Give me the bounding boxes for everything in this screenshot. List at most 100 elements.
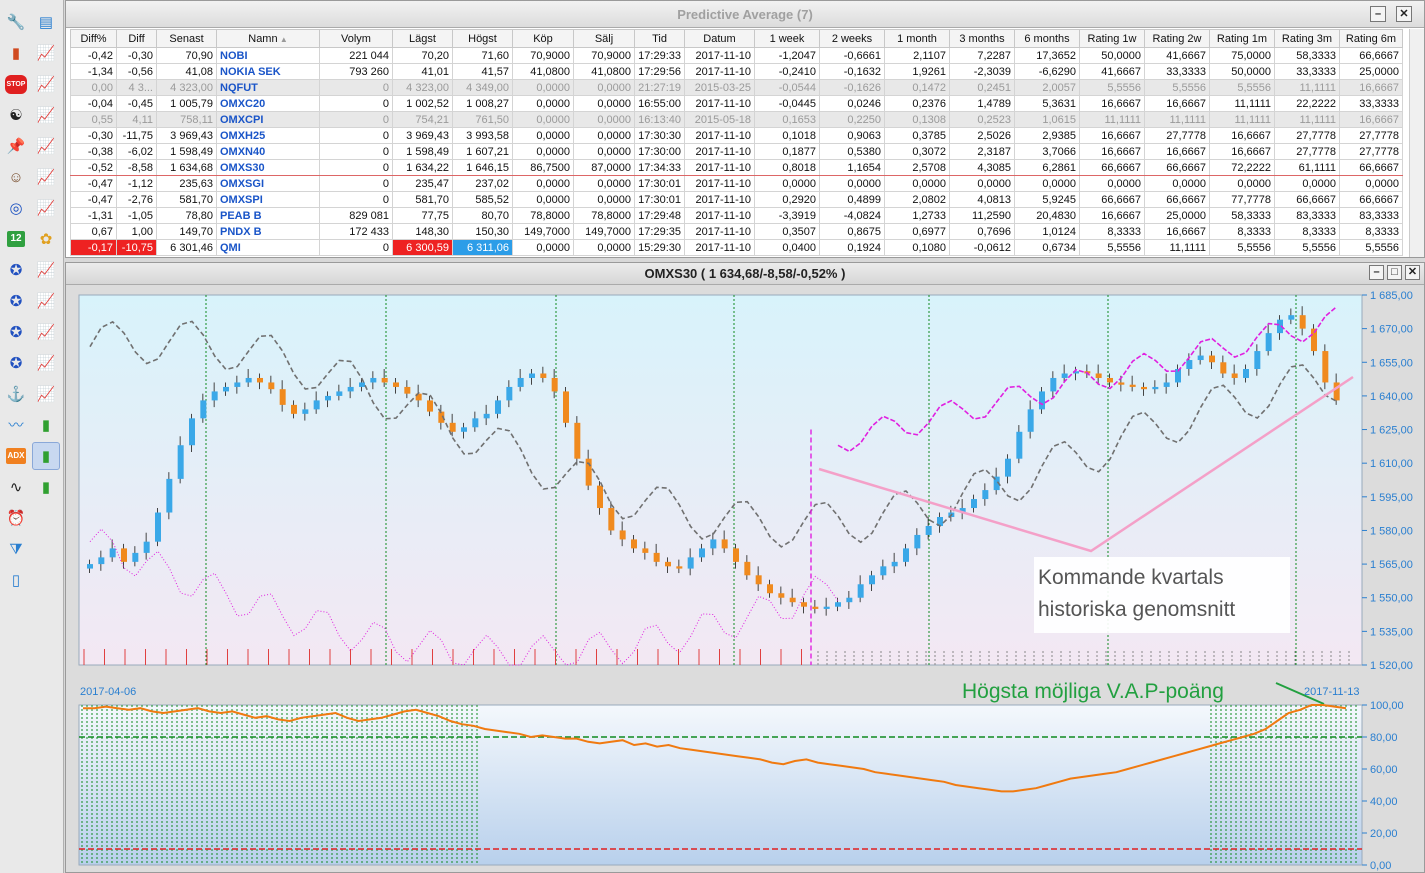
table-cell: -10,75 [116,239,157,256]
bars-green2-icon[interactable]: ▮ [32,473,60,501]
table-cell: 2017-11-10 [684,239,755,256]
table-cell: 16,6667 [1079,127,1145,144]
table-cell: 17,3652 [1014,47,1080,64]
table-cell: 148,30 [392,223,453,240]
column-header[interactable]: Sälj [573,29,635,48]
column-header[interactable]: Diff [116,29,157,48]
chart-d-icon[interactable]: 📈 [32,380,60,408]
price-chart[interactable]: 1 685,00 1 670,00 1 655,00 1 640,00 1 625,00… [66,285,1424,872]
price-tick-label: 1 610,00 [1370,458,1413,470]
column-header[interactable]: Rating 1m [1209,29,1275,48]
column-header[interactable]: Volym [319,29,393,48]
table-cell: 5,5556 [1209,79,1275,96]
bars-green-icon[interactable]: ▮ [32,411,60,439]
column-header[interactable]: 1 month [884,29,950,48]
table-cell: 149,7000 [573,223,635,240]
compass-w-icon[interactable]: ✪ [2,318,30,346]
yinyang-icon[interactable]: ☯ [2,101,30,129]
column-header[interactable]: 2 weeks [819,29,885,48]
candle-body [291,404,297,414]
column-header[interactable]: Rating 3m [1274,29,1340,48]
table-row[interactable]: -0,38 -6,02 1 598,49 OMXN40 0 1 598,49 1 607,2… [70,143,1403,160]
candle-body [132,552,139,562]
chart-maximize-button[interactable]: □ [1387,265,1402,280]
table-row[interactable]: -0,17 -10,75 6 301,46 QMI 0 6 300,59 6 311,06 0… [70,239,1403,256]
minimize-button[interactable]: – [1370,6,1386,22]
table-row[interactable]: -0,47 -2,76 581,70 OMXSPI 0 581,70 585,52 0,000… [70,191,1403,208]
table-cell: 6 311,06 [452,239,513,256]
table-row[interactable]: -1,34 -0,56 41,08 NOKIA SEK 793 260 41,01 41,5… [70,63,1403,80]
table-row[interactable]: -0,30 -11,75 3 969,43 OMXH25 0 3 969,43 3 993,… [70,127,1403,144]
table-row[interactable]: -0,04 -0,45 1 005,79 OMXC20 0 1 002,52 1 008,2… [70,95,1403,112]
column-header[interactable]: Diff% [70,29,117,48]
calendar-icon[interactable]: 12 [2,225,30,253]
candle-body [687,557,694,569]
pin-icon[interactable]: 📌 [2,132,30,160]
table-cell: 0 [319,79,393,96]
table-row[interactable]: 0,00 4 3... 4 323,00 NQFUT 0 4 323,00 4 349,00… [70,79,1403,96]
chart-o-icon[interactable]: 📈 [32,318,60,346]
column-header[interactable]: Rating 2w [1144,29,1210,48]
chart-r-icon[interactable]: 📈 [32,287,60,315]
table-row[interactable]: -0,42 -0,30 70,90 NOBI 221 044 70,20 71,60 70,9… [70,47,1403,64]
chart-f-icon[interactable]: 📈 [32,194,60,222]
filter-icon[interactable]: ⧩ [2,535,30,563]
column-header[interactable]: Tid [634,29,685,48]
compass-s-icon[interactable]: ✪ [2,349,30,377]
chart-b-icon[interactable]: 📈 [32,163,60,191]
portrait-icon[interactable]: ☺ [2,163,30,191]
table-cell: 17:29:56 [634,63,685,80]
chart-s-icon[interactable]: 📈 [32,349,60,377]
anchor-icon[interactable]: ⚓ [2,380,30,408]
wave-icon[interactable]: ∿ [2,473,30,501]
column-header[interactable]: Högst [452,29,513,48]
blank-page-icon[interactable]: ▯ [2,566,30,594]
table-row[interactable]: -0,52 -8,58 1 634,68 OMXS30 0 1 634,22 1 646,1… [70,159,1403,176]
colors-icon[interactable]: ✿ [32,225,60,253]
column-header[interactable]: Rating 1w [1079,29,1145,48]
candle-body [846,597,853,603]
table-row[interactable]: -0,47 -1,12 235,63 OMXSGI 0 235,47 237,02 0,000… [70,175,1403,192]
wrench-icon[interactable]: 🔧 [2,8,30,36]
compass-icon[interactable]: ✪ [2,256,30,284]
close-button[interactable]: ✕ [1396,6,1412,22]
alarm-icon[interactable]: ⏰ [2,504,30,532]
chart-v2-icon[interactable]: 📈 [32,70,60,98]
column-header[interactable]: Datum [684,29,755,48]
table-scrollbar[interactable] [1409,29,1424,257]
column-header[interactable]: Köp [512,29,574,48]
stop-icon[interactable]: STOP [2,70,30,98]
table-row[interactable]: 0,67 1,00 149,70 PNDX B 172 433 148,30 150,30 1… [70,223,1403,240]
bars-selected-icon[interactable]: ▮ [32,442,60,470]
column-header[interactable]: 6 months [1014,29,1080,48]
table-cell: 0,0000 [1339,175,1403,192]
column-header[interactable]: 1 week [754,29,820,48]
table-cell: 58,3333 [1274,47,1340,64]
chart-v-icon[interactable]: 📈 [32,39,60,67]
table-cell: 17:30:00 [634,143,685,160]
table-row[interactable]: 0,55 4,11 758,11 OMXCPI 0 754,21 761,50 0,0000 0… [70,111,1403,128]
column-header[interactable]: Lägst [392,29,453,48]
compass-n-icon[interactable]: ✪ [2,287,30,315]
column-header[interactable]: Namn ▲ [216,29,320,48]
chart-minimize-button[interactable]: – [1369,265,1384,280]
trend-icon[interactable]: 〰 [2,411,30,439]
adx-icon[interactable]: ADX [2,442,30,470]
chart-1-icon[interactable]: 📈 [32,101,60,129]
column-header[interactable]: 3 months [949,29,1015,48]
chart-close-button[interactable]: ✕ [1405,265,1420,280]
chart-m-icon[interactable]: 📈 [32,256,60,284]
swirl-icon[interactable]: ◎ [2,194,30,222]
table-cell: -1,12 [116,175,157,192]
table-cell: -4,0824 [819,207,885,224]
table-cell: 16,6667 [1209,143,1275,160]
chart-2-icon[interactable]: 📈 [32,132,60,160]
calendar-day: 12 [7,231,25,247]
notepad-icon[interactable]: ▤ [32,8,60,36]
column-header[interactable]: Senast [156,29,217,48]
table-row[interactable]: -1,31 -1,05 78,80 PEAB B 829 081 77,75 80,70 78… [70,207,1403,224]
score-panel[interactable] [78,704,1363,866]
bar-chart-icon[interactable]: ▮ [2,39,30,67]
column-header[interactable]: Rating 6m [1339,29,1403,48]
table-cell: 1,00 [116,223,157,240]
